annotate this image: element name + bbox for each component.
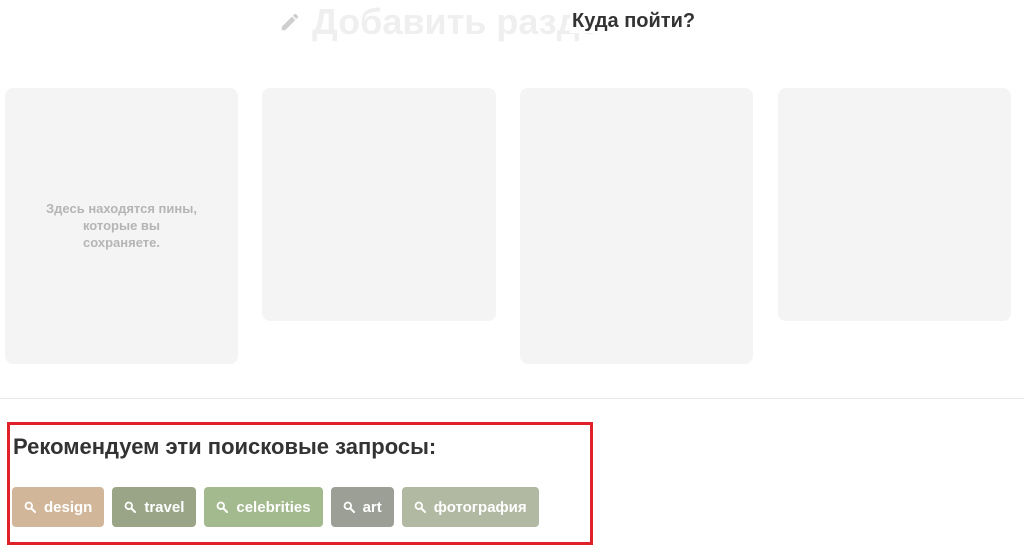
search-chip-label: travel	[144, 498, 185, 516]
search-chip-photography[interactable]: фотография	[401, 487, 539, 527]
search-chip-label: фотография	[433, 498, 527, 516]
search-chip-design[interactable]: design	[12, 487, 105, 527]
section-divider	[0, 398, 1024, 399]
search-icon	[124, 501, 137, 513]
search-chip-label: art	[362, 498, 382, 516]
search-chip-label: celebrities	[236, 498, 311, 516]
search-suggestion-chips: design travel celebrities art фотография	[12, 487, 539, 527]
add-section-header: Добавить разде	[278, 0, 600, 46]
pin-placeholder-card	[520, 88, 753, 364]
where-to-go-title: Куда пойти?	[570, 10, 698, 33]
pin-placeholder-card: Здесь находятся пины, которые вы сохраня…	[5, 88, 238, 364]
search-icon	[24, 501, 36, 513]
add-section-label: Добавить разде	[312, 1, 600, 42]
search-chip-travel[interactable]: travel	[112, 487, 197, 527]
pencil-icon	[278, 10, 302, 34]
search-chip-label: design	[44, 498, 93, 516]
search-icon	[414, 501, 426, 513]
pin-placeholder-card	[778, 88, 1011, 321]
search-chip-celebrities[interactable]: celebrities	[204, 487, 323, 527]
pin-placeholder-text: Здесь находятся пины, которые вы сохраня…	[46, 201, 197, 250]
search-chip-art[interactable]: art	[330, 487, 394, 527]
search-icon	[343, 501, 355, 513]
recommendations-title: Рекомендуем эти поисковые запросы:	[13, 434, 437, 459]
search-icon	[216, 501, 229, 513]
pin-placeholder-card	[262, 88, 496, 321]
